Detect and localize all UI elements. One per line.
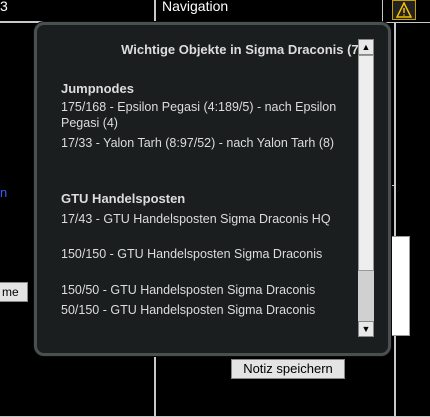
list-item[interactable]: 175/168 - Epsilon Pegasi (4:189/5) - nac…: [61, 99, 361, 131]
list-item[interactable]: 150/150 - GTU Handelsposten Sigma Dracon…: [61, 246, 361, 262]
important-objects-popup: Wichtige Objekte in Sigma Draconis (7) J…: [34, 22, 391, 356]
scrollbar-track[interactable]: [358, 271, 374, 321]
popup-scrollbar[interactable]: ▲ ▼: [358, 39, 374, 337]
list-item[interactable]: 50/150 - GTU Handelsposten Sigma Draconi…: [61, 302, 361, 318]
table-cell-far-right: [395, 22, 430, 417]
popup-content: Wichtige Objekte in Sigma Draconis (7) J…: [51, 39, 363, 335]
warning-icon[interactable]: [392, 0, 416, 20]
row-number: 3: [0, 0, 8, 14]
list-item[interactable]: 150/50 - GTU Handelsposten Sigma Draconi…: [61, 282, 361, 298]
section-title-jumpnodes: Jumpnodes: [61, 81, 134, 96]
table-cell-number: [0, 0, 155, 22]
section-title-trade-posts: GTU Handelsposten: [61, 191, 186, 206]
arrow-up-icon[interactable]: ▲: [358, 39, 374, 55]
list-item[interactable]: 17/43 - GTU Handelsposten Sigma Draconis…: [61, 211, 361, 227]
list-item[interactable]: 17/33 - Yalon Tarh (8:97/52) - nach Yalo…: [61, 135, 361, 151]
background-button[interactable]: me: [0, 282, 28, 302]
popup-title: Wichtige Objekte in Sigma Draconis (7): [121, 42, 363, 57]
arrow-down-icon[interactable]: ▼: [358, 321, 374, 337]
background-link[interactable]: n: [0, 185, 7, 200]
save-note-button[interactable]: Notiz speichern: [231, 359, 345, 379]
scrollbar-thumb[interactable]: [358, 55, 374, 271]
navigation-header: Navigation: [162, 0, 229, 14]
